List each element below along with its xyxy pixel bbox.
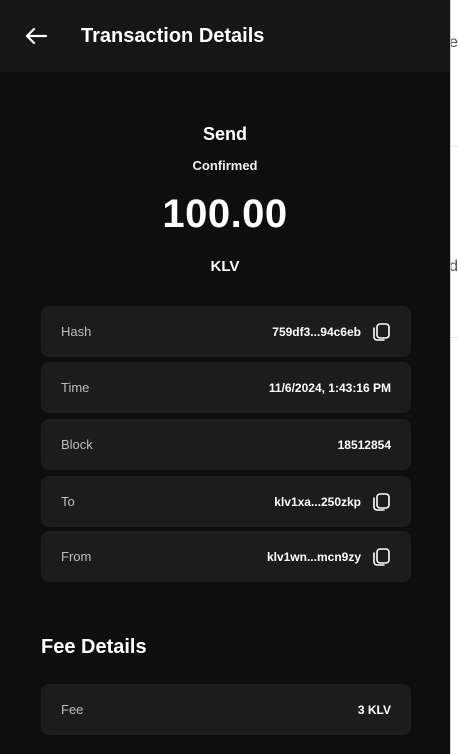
detail-value: klv1xa...250zkp [274,494,361,509]
fee-details-title: Fee Details [41,636,147,658]
copy-icon [373,322,390,341]
detail-row-hash: Hash 759df3...94c6eb [41,306,411,357]
fee-value: 3 KLV [357,702,391,717]
panel-edge-divider [450,0,451,754]
detail-label: To [61,494,75,509]
detail-label: Time [61,380,90,395]
copy-from-address-button[interactable] [371,547,391,567]
page-title: Transaction Details [81,24,265,47]
copy-icon [373,547,390,566]
copy-to-address-button[interactable] [371,492,391,512]
back-button[interactable] [24,24,48,48]
detail-row-from: From klv1wn...mcn9zy [41,531,411,582]
copy-icon [373,492,390,511]
fee-row: Fee 3 KLV [41,684,411,735]
detail-value: 18512854 [337,437,391,452]
detail-label: Hash [61,324,92,339]
arrow-left-icon [25,27,47,45]
fee-label: Fee [61,702,84,717]
detail-row-time: Time 11/6/2024, 1:43:16 PM [41,362,411,413]
detail-value: 11/6/2024, 1:43:16 PM [268,380,391,395]
transaction-amount: 100.00 [162,192,288,236]
detail-label: From [61,549,92,564]
detail-row-to: To klv1xa...250zkp [41,476,411,527]
detail-row-block: Block 18512854 [41,419,411,470]
transaction-token: KLV [210,258,240,275]
detail-value: 759df3...94c6eb [272,324,361,339]
transaction-type: Send [202,124,247,144]
detail-value: klv1wn...mcn9zy [266,549,361,564]
transaction-details-panel: Transaction Details Send Confirmed 100.0… [0,0,450,754]
detail-label: Block [61,437,93,452]
header: Transaction Details [0,0,450,72]
copy-hash-button[interactable] [371,322,391,342]
transaction-status: Confirmed [192,158,258,173]
